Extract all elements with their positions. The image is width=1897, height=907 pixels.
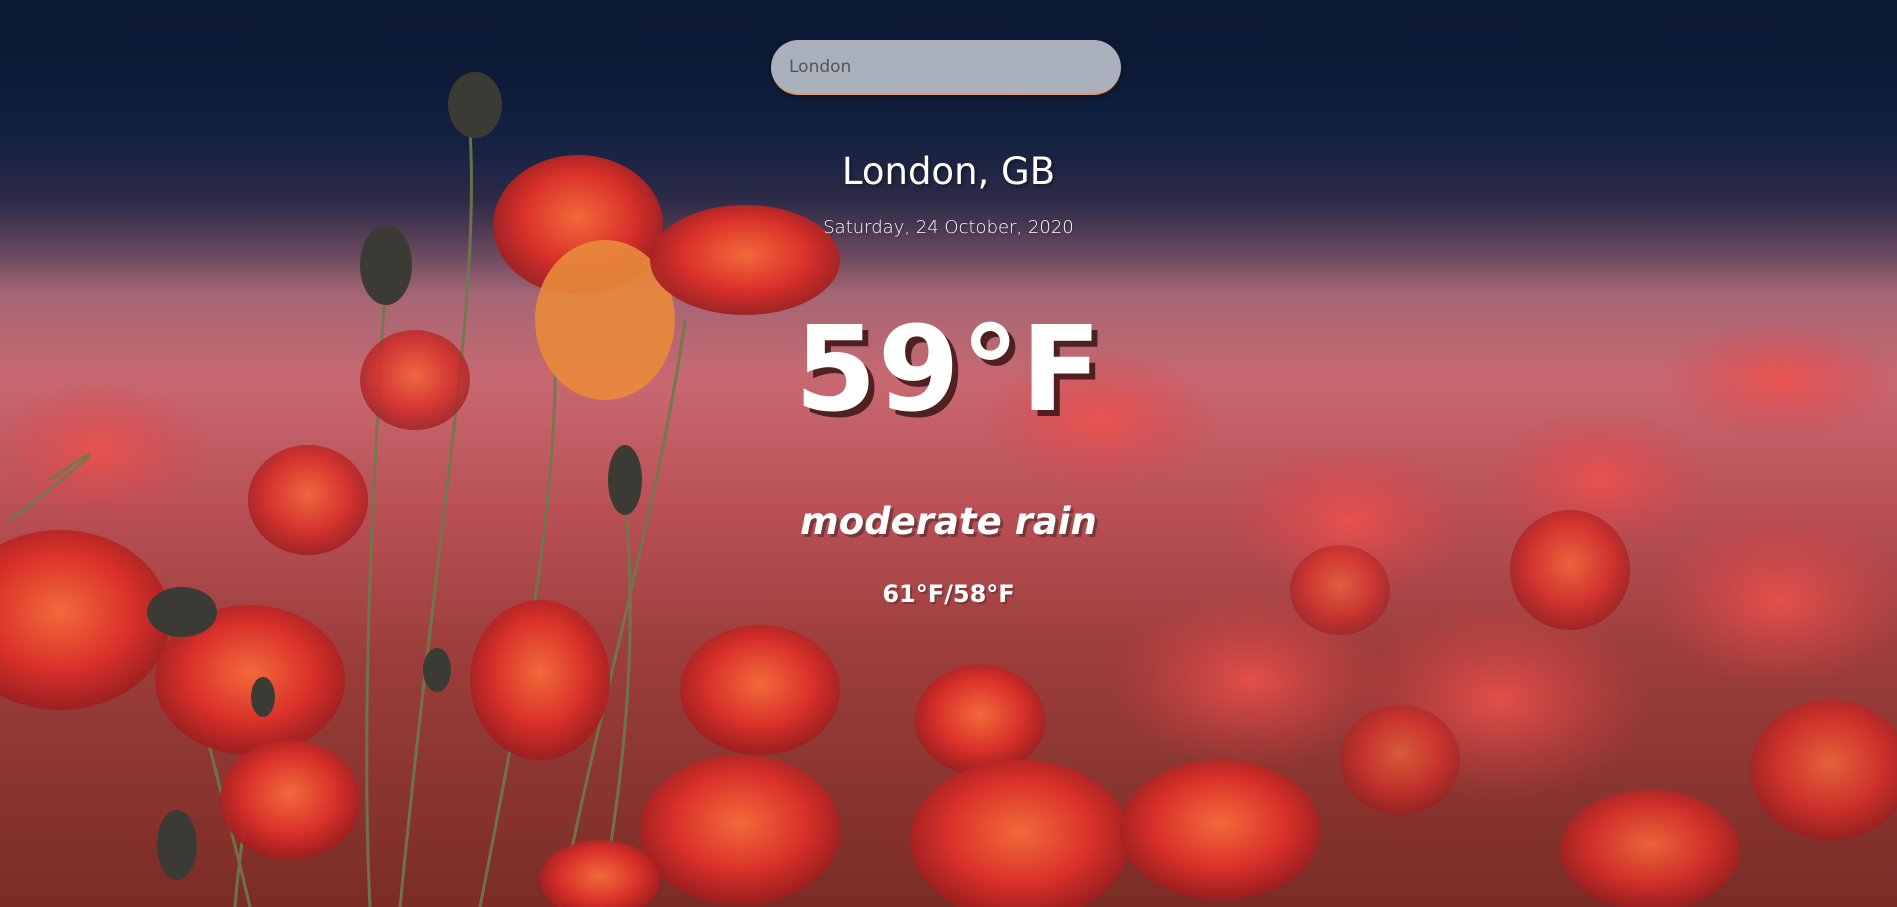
date-text: Saturday, 24 October, 2020 xyxy=(823,217,1074,238)
search-box xyxy=(771,40,1121,95)
current-temperature: 59°F xyxy=(794,300,1103,438)
high-low-temperature: 61°F/58°F xyxy=(882,580,1015,608)
location-title: London, GB xyxy=(841,150,1056,193)
search-input[interactable] xyxy=(771,40,1121,95)
weather-description: moderate rain xyxy=(800,500,1097,543)
background-image xyxy=(0,0,1897,907)
